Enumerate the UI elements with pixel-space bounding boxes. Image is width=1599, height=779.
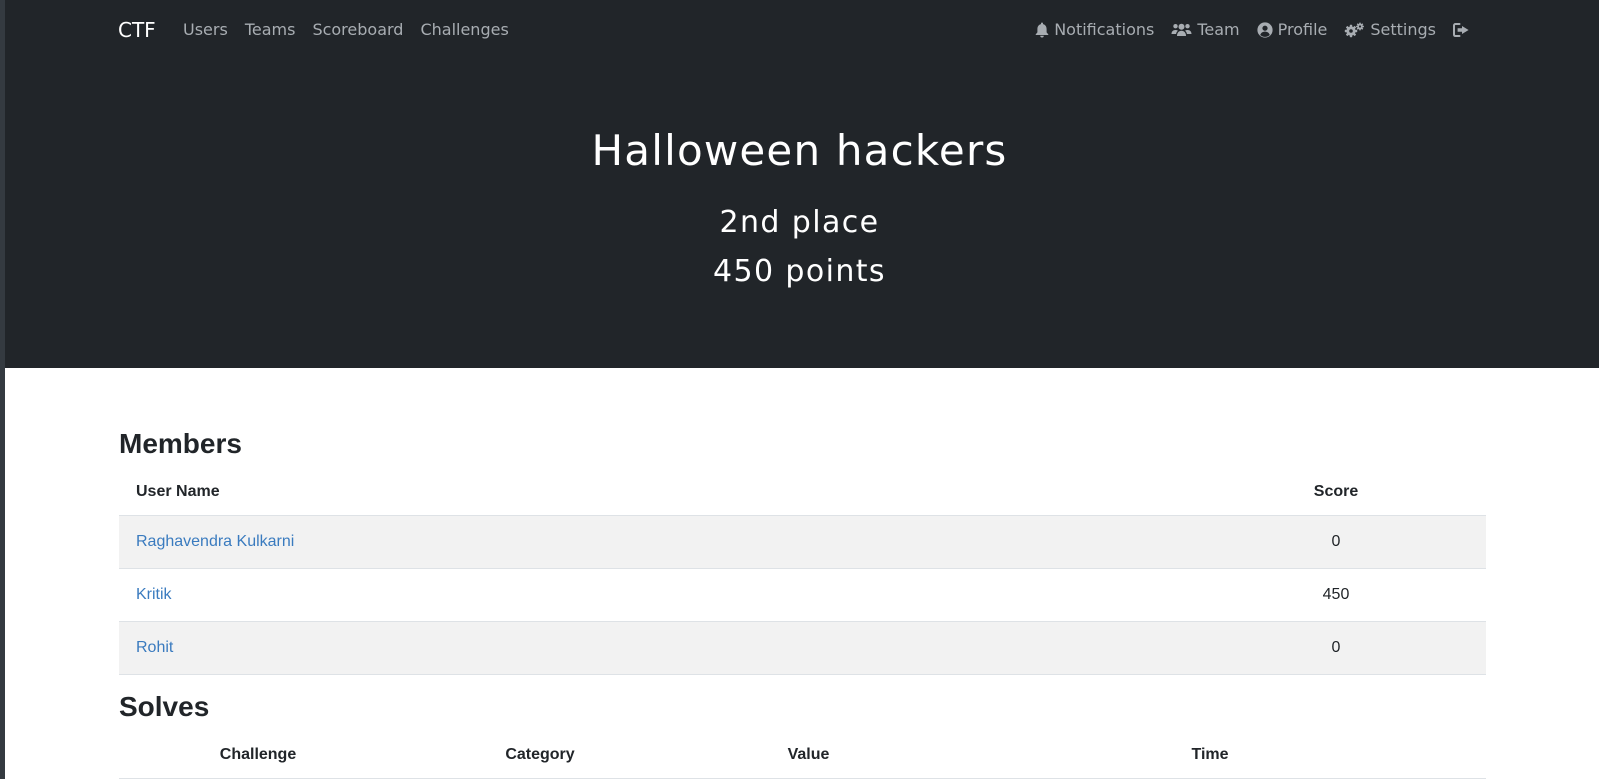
team-place: 2nd place	[719, 205, 880, 240]
brand-link[interactable]: CTF	[118, 18, 156, 42]
cogs-icon	[1345, 22, 1365, 37]
nav-right: Notifications Team Profile Settings	[1018, 20, 1475, 39]
nav-left: Users Teams Scoreboard Challenges	[183, 20, 526, 39]
nav-notifications[interactable]: Notifications	[1035, 20, 1154, 39]
nav-profile-label: Profile	[1277, 20, 1328, 39]
col-user-name: User Name	[136, 482, 220, 500]
member-link[interactable]: Kritik	[136, 586, 172, 603]
nav-settings[interactable]: Settings	[1344, 20, 1436, 39]
user-circle-icon	[1257, 21, 1273, 38]
col-challenge: Challenge	[219, 746, 297, 763]
solves-title: Solves	[119, 691, 210, 722]
window-left-edge	[0, 0, 5, 779]
members-header-row: User Name Score	[119, 469, 1486, 515]
members-table: User Name Score Raghavendra Kulkarni 0 K…	[119, 469, 1486, 675]
members-title: Members	[119, 428, 242, 459]
member-score: 0	[1199, 620, 1486, 675]
navbar: CTF Users Teams Scoreboard Challenges No…	[0, 0, 1599, 60]
table-row: Rohit 0	[119, 620, 1486, 675]
members-table-wrapper: User Name Score Raghavendra Kulkarni 0 K…	[119, 469, 1486, 675]
team-name: Halloween hackers	[591, 126, 1008, 175]
col-value: Value	[787, 746, 830, 763]
table-row: Kritik 450	[119, 567, 1486, 621]
team-points: 450 points	[713, 254, 886, 289]
sign-out-icon	[1453, 22, 1469, 37]
nav-team[interactable]: Team	[1171, 20, 1240, 39]
member-score: 450	[1199, 567, 1486, 621]
bell-icon	[1035, 22, 1049, 38]
nav-notifications-label: Notifications	[1054, 20, 1155, 39]
nav-profile[interactable]: Profile	[1257, 20, 1328, 39]
nav-team-label: Team	[1197, 20, 1240, 39]
col-category: Category	[505, 746, 575, 763]
nav-settings-label: Settings	[1370, 20, 1436, 39]
users-icon	[1171, 23, 1192, 36]
nav-challenges[interactable]: Challenges	[420, 20, 508, 39]
nav-teams[interactable]: Teams	[245, 20, 296, 39]
nav-logout[interactable]	[1453, 22, 1475, 37]
nav-users[interactable]: Users	[183, 20, 228, 39]
member-link[interactable]: Raghavendra Kulkarni	[136, 533, 294, 550]
member-score: 0	[1199, 514, 1486, 568]
col-score: Score	[1313, 482, 1359, 500]
col-time: Time	[1191, 746, 1229, 763]
solves-table-wrapper: Challenge Category Value Time	[119, 732, 1486, 779]
member-link[interactable]: Rohit	[136, 639, 173, 656]
solves-header-row: Challenge Category Value Time	[119, 732, 1486, 778]
team-header: CTF Users Teams Scoreboard Challenges No…	[0, 0, 1599, 368]
nav-scoreboard[interactable]: Scoreboard	[312, 20, 403, 39]
table-row: Raghavendra Kulkarni 0	[119, 514, 1486, 568]
solves-table: Challenge Category Value Time	[119, 732, 1486, 778]
